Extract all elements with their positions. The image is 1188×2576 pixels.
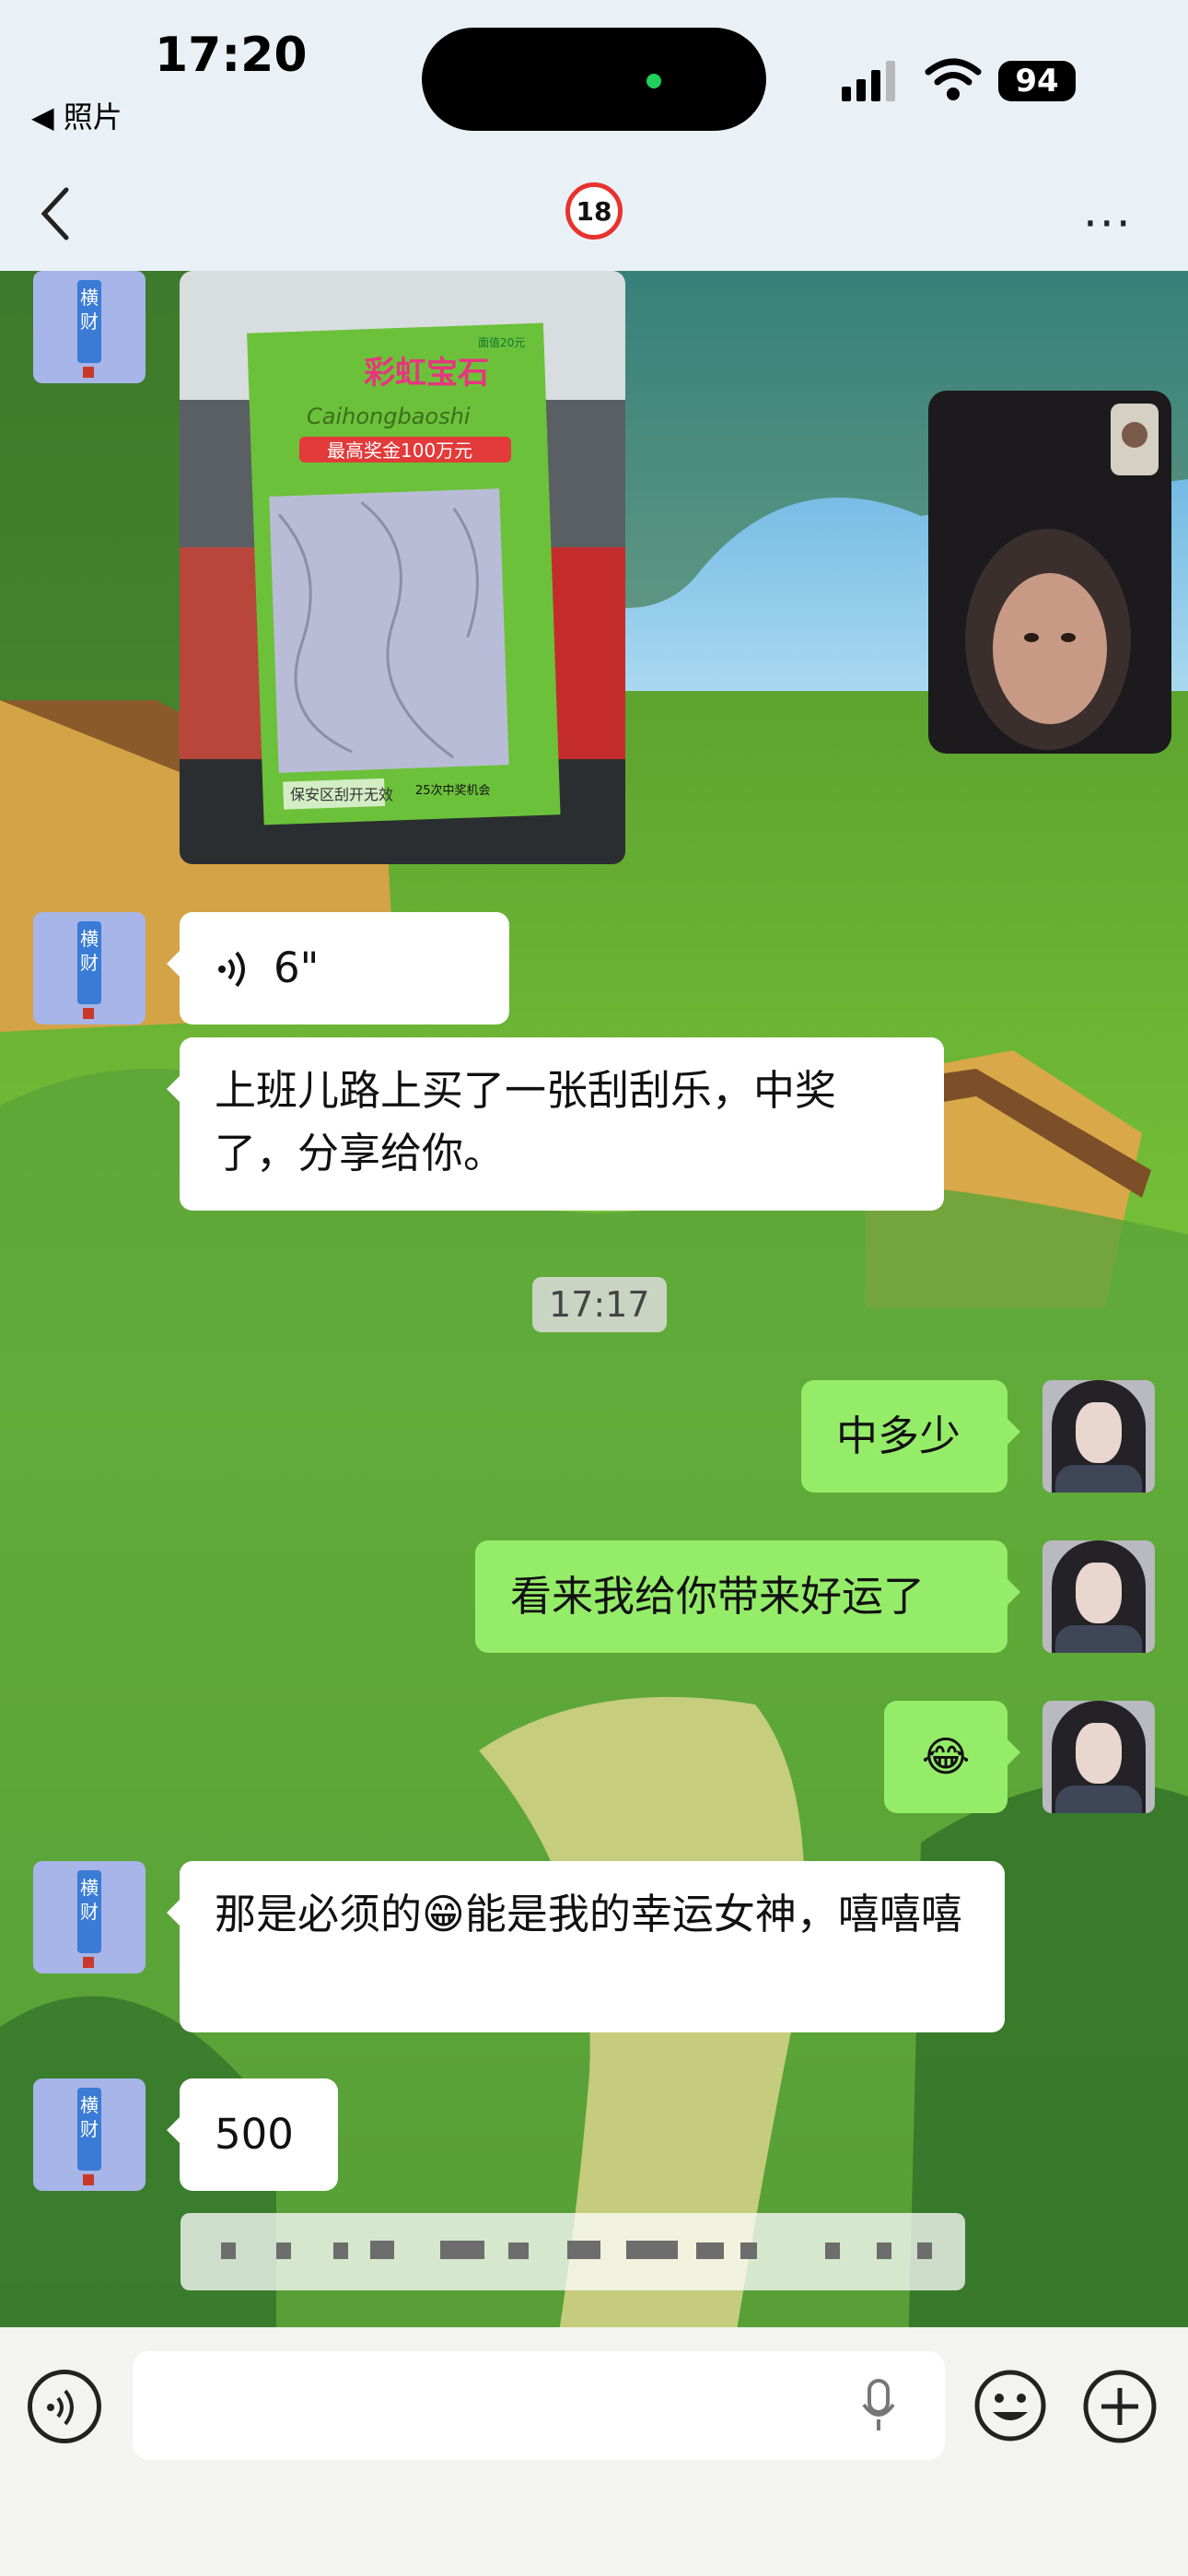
battery-indicator: 94 [998, 61, 1076, 101]
avatar-text: 横财 [80, 1877, 99, 1923]
avatar-text: 横财 [80, 928, 99, 974]
add-plus-icon[interactable] [1081, 2368, 1159, 2445]
ticket-price: 面值20元 [478, 335, 525, 349]
chat-timestamp: 17:17 [532, 1277, 667, 1332]
contact-avatar[interactable]: 横财 [33, 912, 146, 1025]
voice-input-button[interactable] [28, 2370, 101, 2443]
avatar-text: 横财 [80, 2094, 99, 2140]
back-chevron-icon[interactable] [37, 184, 74, 243]
ticket-footer: 保安区刮开无效 [290, 786, 393, 803]
more-options-button[interactable]: ··· [1083, 197, 1133, 251]
received-message[interactable]: 那是必须的😁能是我的幸运女神，嘻嘻嘻 [167, 1861, 1005, 2032]
chat-header: 18 ··· [0, 157, 1188, 271]
ticket-chances: 25次中奖机会 [415, 783, 491, 798]
dynamic-island [422, 28, 766, 131]
microphone-icon[interactable] [860, 2379, 897, 2434]
received-message[interactable]: 上班儿路上买了一张刮刮乐，中奖了，分享给你。 [167, 1037, 944, 1211]
pixelated-message [181, 2213, 965, 2290]
sent-message[interactable]: 看来我给你带来好运了 [475, 1540, 1020, 1653]
wifi-icon [925, 58, 982, 100]
user-avatar[interactable] [1042, 1380, 1155, 1493]
voice-duration: 6" [274, 943, 320, 992]
ticket-brand: 彩虹宝石 [364, 355, 489, 392]
voice-wave-icon [47, 2389, 74, 2426]
cellular-signal-icon [842, 61, 895, 101]
user-avatar[interactable] [1042, 1701, 1155, 1813]
sent-emoji-message[interactable]: 😂 [884, 1701, 1020, 1813]
message-input[interactable] [133, 2351, 945, 2460]
video-call-thumbnail[interactable] [928, 391, 1171, 754]
avatar-text: 横财 [80, 287, 99, 333]
input-bar [0, 2327, 1188, 2576]
contact-avatar[interactable]: 横财 [33, 1861, 146, 1973]
ticket-subtitle: Caihongbaoshi [307, 404, 471, 429]
chat-title-badge: 18 [565, 182, 623, 240]
status-bar: 17:20 ◀ 照片 94 [0, 0, 1188, 157]
back-to-app-link[interactable]: ◀ 照片 [31, 94, 122, 136]
status-time: 17:20 [155, 28, 308, 83]
ticket-prize: 最高奖金100万元 [327, 439, 472, 462]
photo-message[interactable]: 彩虹宝石 Caihongbaoshi 最高奖金100万元 面值20元 保安区刮开… [180, 271, 625, 864]
emoji-icon[interactable] [973, 2368, 1048, 2443]
voice-wave-icon [218, 951, 245, 988]
user-avatar[interactable] [1042, 1540, 1155, 1653]
sent-message[interactable]: 中多少 [801, 1380, 1020, 1493]
camera-indicator-icon [646, 74, 661, 88]
received-message[interactable]: 500 [167, 2078, 338, 2191]
contact-avatar[interactable]: 横财 [33, 2078, 146, 2191]
contact-avatar[interactable]: 横财 [33, 271, 146, 383]
voice-message[interactable]: 6" [167, 912, 509, 1025]
